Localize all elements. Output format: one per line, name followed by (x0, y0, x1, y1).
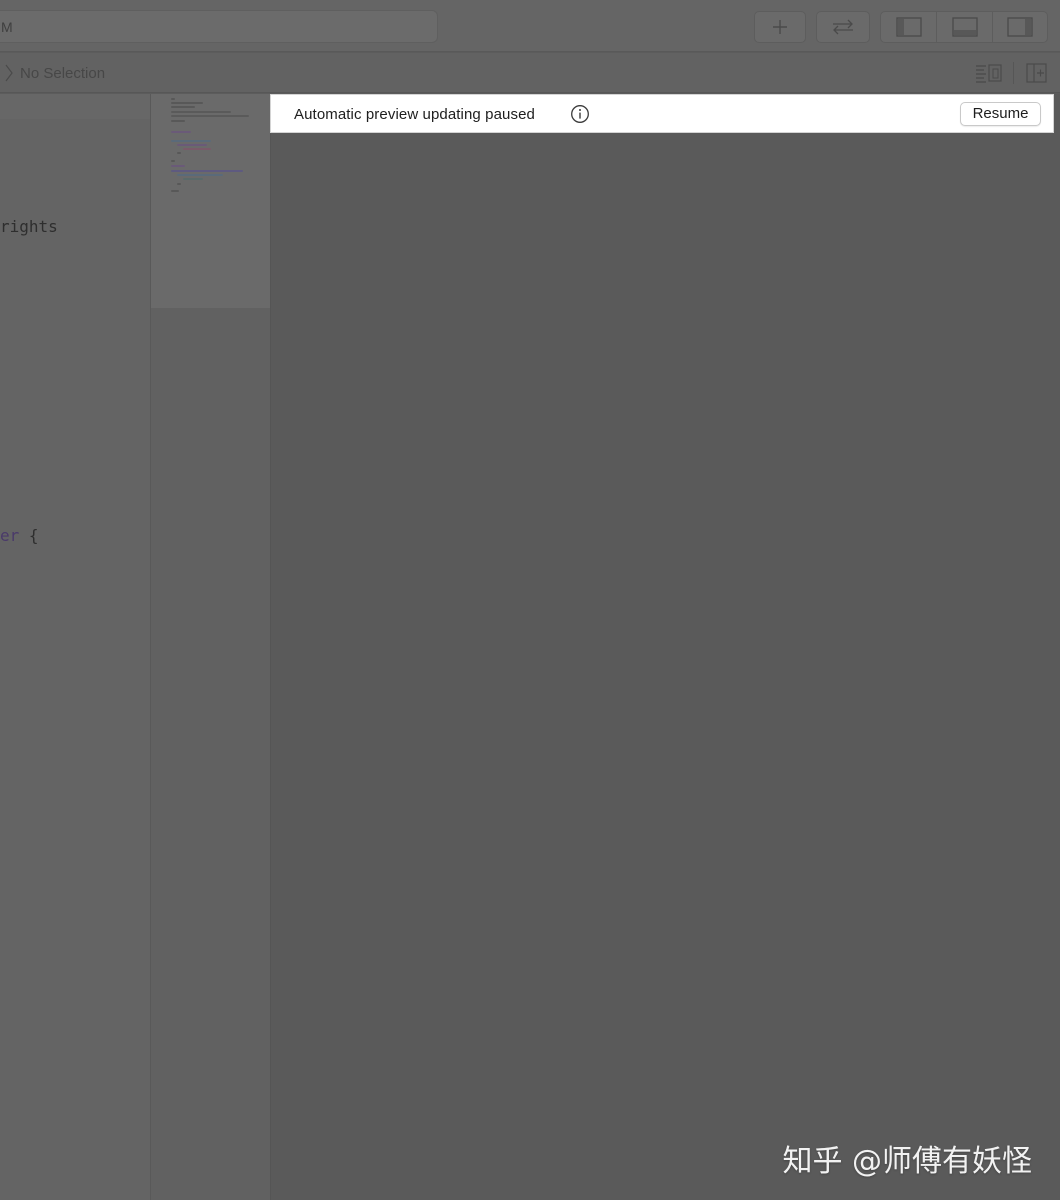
scheme-activity-text: M (1, 19, 13, 35)
window-toolbar: M (0, 0, 1060, 52)
minimap-line (183, 148, 211, 150)
minimap-line (171, 160, 175, 162)
toggle-inspector-button[interactable] (993, 11, 1048, 43)
back-forward-button[interactable] (816, 11, 870, 43)
chevron-right-icon (5, 64, 13, 82)
minimap-line (171, 190, 179, 192)
minimap-line (177, 152, 181, 154)
code-line-struct: er { (0, 526, 39, 545)
plus-icon (773, 20, 787, 34)
minimap-line (171, 120, 185, 122)
jump-bar-divider (1013, 62, 1014, 84)
minimap-line (177, 183, 181, 185)
minimap-line (171, 140, 211, 142)
minimap-line (171, 165, 185, 167)
code-keyword: er (0, 526, 20, 545)
current-line-highlight (0, 94, 150, 119)
minimap-line (171, 131, 191, 133)
editor-options-icon[interactable] (975, 63, 1003, 83)
scheme-activity-field[interactable]: M (0, 10, 438, 43)
minimap-line (171, 106, 195, 108)
add-button[interactable] (754, 11, 806, 43)
toggle-debug-area-button[interactable] (937, 11, 993, 43)
resume-button[interactable]: Resume (960, 102, 1041, 126)
minimap-line (171, 111, 231, 113)
minimap-line (171, 115, 249, 117)
jump-bar: No Selection (0, 53, 1060, 93)
minimap-line (183, 178, 203, 180)
left-panel-icon (895, 17, 922, 37)
add-editor-icon[interactable] (1026, 63, 1048, 83)
code-line-rights: rights (0, 217, 58, 236)
minimap[interactable] (150, 94, 270, 1200)
preview-canvas[interactable] (270, 94, 1060, 1200)
minimap-line (177, 144, 207, 146)
source-editor[interactable]: rights er { (0, 94, 150, 1200)
minimap-line (171, 102, 203, 104)
swap-arrows-icon (833, 19, 853, 35)
toggle-navigator-button[interactable] (880, 11, 937, 43)
watermark-text: 知乎 @师傅有妖怪 (782, 1144, 1032, 1179)
preview-paused-message: Automatic preview updating paused (294, 106, 535, 123)
jump-bar-selection[interactable]: No Selection (20, 65, 105, 82)
bottom-panel-icon (951, 17, 978, 37)
preview-paused-banner: Automatic preview updating paused Resume (270, 94, 1054, 133)
right-panel-icon (1007, 17, 1033, 37)
minimap-line (171, 98, 175, 100)
info-icon[interactable] (570, 104, 590, 124)
minimap-line (177, 174, 223, 176)
minimap-visible-region[interactable] (151, 94, 270, 308)
minimap-line (171, 170, 243, 172)
